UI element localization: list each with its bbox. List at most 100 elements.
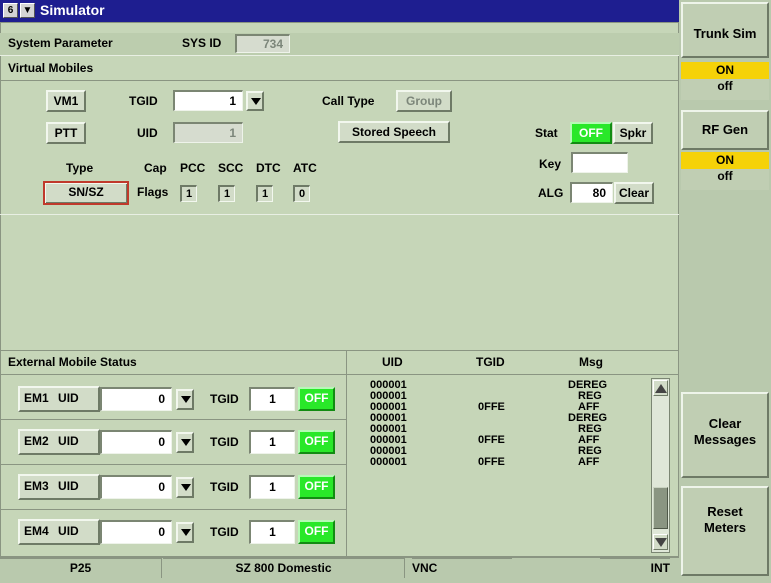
- msg-header-uid: UID: [382, 355, 403, 369]
- em-row: EM4 UID 0 TGID 1 OFF: [0, 510, 346, 556]
- clear-messages-button[interactable]: Clear Messages: [681, 392, 769, 478]
- em2-uid-input[interactable]: 0: [100, 430, 172, 454]
- cap-label: Cap: [144, 161, 167, 175]
- em3-uid-dropdown[interactable]: [176, 477, 194, 498]
- em-row: EM1 UID 0 TGID 1 OFF: [0, 375, 346, 419]
- divider: [347, 374, 679, 375]
- em-uid-label: UID: [58, 434, 79, 448]
- speaker-button[interactable]: Spkr: [613, 122, 653, 144]
- message-row[interactable]: 000001 DEREG: [370, 380, 680, 391]
- em-label: EM4: [24, 524, 49, 538]
- alg-input[interactable]: 80: [570, 182, 613, 203]
- call-type-button[interactable]: Group: [396, 90, 452, 112]
- em-label: EM3: [24, 479, 49, 493]
- uid-field[interactable]: 1: [173, 122, 243, 143]
- chevron-down-icon: [181, 484, 191, 491]
- scroll-thumb[interactable]: [653, 487, 668, 529]
- tgid-label: TGID: [129, 94, 158, 108]
- em2-tgid-input[interactable]: 1: [249, 430, 295, 454]
- rf-off-label: off: [717, 169, 733, 183]
- clear-messages-label: Messages: [693, 432, 757, 447]
- trunk-sim-button[interactable]: Trunk Sim: [681, 2, 769, 58]
- flag-dtc[interactable]: 1: [256, 185, 273, 202]
- stored-speech-button[interactable]: Stored Speech: [338, 121, 450, 143]
- em3-tgid-input[interactable]: 1: [249, 475, 295, 499]
- message-row[interactable]: 000001 REG: [370, 391, 680, 402]
- em3-button[interactable]: EM3 UID: [18, 474, 100, 500]
- divider: [0, 214, 679, 215]
- message-row[interactable]: 000001 0FFE AFF: [370, 402, 680, 413]
- stat-toggle[interactable]: OFF: [570, 122, 612, 144]
- reset-meters-button[interactable]: Reset Meters: [681, 486, 769, 576]
- chevron-down-icon: [181, 439, 191, 446]
- divider: [0, 556, 679, 557]
- ptt-button[interactable]: PTT: [46, 122, 86, 144]
- em4-uid-dropdown[interactable]: [176, 522, 194, 543]
- scroll-down-icon[interactable]: [653, 534, 668, 550]
- flag-pcc[interactable]: 1: [180, 185, 197, 202]
- sysid-field[interactable]: 734: [235, 34, 290, 53]
- alg-label: ALG: [538, 186, 564, 200]
- message-list: 000001 DEREG 000001 REG 000001 0FFE AFF 0000…: [370, 380, 650, 520]
- em-label: EM2: [24, 434, 49, 448]
- message-scrollbar[interactable]: [651, 378, 670, 553]
- rf-gen-toggle[interactable]: ON off: [681, 152, 769, 190]
- em1-uid-input[interactable]: 0: [100, 387, 172, 411]
- em4-uid-input[interactable]: 0: [100, 520, 172, 544]
- trunk-on-label: ON: [681, 62, 769, 79]
- tgid-input[interactable]: 1: [173, 90, 243, 111]
- clear-button[interactable]: Clear: [614, 182, 654, 204]
- em4-status[interactable]: OFF: [298, 520, 335, 544]
- message-row[interactable]: 000001 DEREG: [370, 413, 680, 424]
- message-row[interactable]: 000001 REG: [370, 446, 680, 457]
- em4-button[interactable]: EM4 UID: [18, 519, 100, 545]
- flag-header-scc: SCC: [218, 161, 244, 175]
- trunk-sim-toggle[interactable]: ON off: [681, 62, 769, 100]
- message-row[interactable]: 000001 0FFE AFF: [370, 457, 680, 468]
- flag-header-pcc: PCC: [180, 161, 206, 175]
- em3-uid-input[interactable]: 0: [100, 475, 172, 499]
- type-button[interactable]: SN/SZ: [43, 181, 129, 205]
- window-dropdown-icon[interactable]: ▼: [20, 3, 35, 18]
- chevron-down-icon: [181, 529, 191, 536]
- rf-on-label: ON: [681, 152, 769, 169]
- key-input[interactable]: [571, 152, 628, 173]
- status-connection: VNC: [412, 558, 512, 578]
- virtual-mobiles-header: Virtual Mobiles: [8, 61, 94, 75]
- reset-meters-label: Meters: [704, 520, 746, 535]
- em4-tgid-input[interactable]: 1: [249, 520, 295, 544]
- em-label: EM1: [24, 391, 49, 405]
- em-tgid-label: TGID: [210, 525, 239, 539]
- system-parameter-label: System Parameter: [8, 36, 113, 50]
- window-title: Simulator: [40, 2, 105, 18]
- scroll-up-icon[interactable]: [653, 380, 668, 396]
- clear-messages-label: Clear: [708, 416, 742, 431]
- msg-header-msg: Msg: [579, 355, 603, 369]
- vm1-button[interactable]: VM1: [46, 90, 86, 112]
- flag-atc[interactable]: 0: [293, 185, 310, 202]
- key-label: Key: [539, 157, 562, 171]
- em2-status[interactable]: OFF: [298, 430, 335, 454]
- tgid-dropdown[interactable]: [246, 91, 264, 111]
- flag-scc[interactable]: 1: [218, 185, 235, 202]
- status-system: SZ 800 Domestic: [163, 558, 405, 578]
- reset-meters-label: Reset: [707, 504, 743, 519]
- sysid-label: SYS ID: [182, 36, 222, 50]
- message-row[interactable]: 000001 REG: [370, 424, 680, 435]
- divider: [346, 350, 347, 558]
- em2-button[interactable]: EM2 UID: [18, 429, 100, 455]
- message-row[interactable]: 000001 0FFE AFF: [370, 435, 680, 446]
- rf-gen-button[interactable]: RF Gen: [681, 110, 769, 150]
- call-type-label: Call Type: [322, 94, 375, 108]
- window-menu-icon[interactable]: 6: [3, 3, 18, 18]
- em1-status[interactable]: OFF: [298, 387, 335, 411]
- em2-uid-dropdown[interactable]: [176, 432, 194, 453]
- flag-header-atc: ATC: [293, 161, 317, 175]
- em1-tgid-input[interactable]: 1: [249, 387, 295, 411]
- em1-uid-dropdown[interactable]: [176, 389, 194, 410]
- system-parameter-row: System Parameter SYS ID 734: [0, 33, 679, 56]
- em1-button[interactable]: EM1 UID: [18, 386, 100, 412]
- em-tgid-label: TGID: [210, 435, 239, 449]
- em3-status[interactable]: OFF: [298, 475, 335, 499]
- trunk-sim-label: Trunk Sim: [693, 26, 757, 41]
